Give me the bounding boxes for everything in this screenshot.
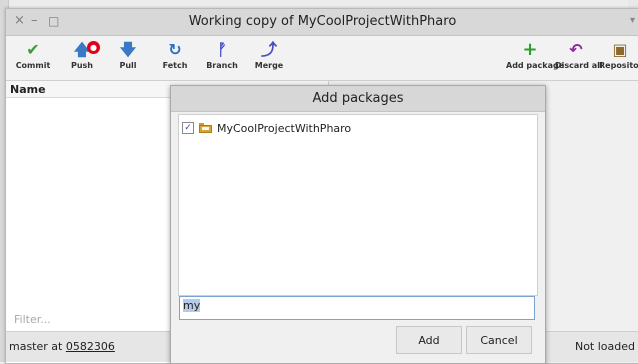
window-title: Working copy of MyCoolProjectWithPharo <box>188 14 457 29</box>
repository-button[interactable]: ▣ Repository <box>599 39 638 71</box>
package-checkbox[interactable]: ✓ <box>182 122 194 134</box>
fetch-label: Fetch <box>162 61 188 70</box>
package-folder-icon <box>199 123 212 133</box>
branch-label: Branch <box>206 61 238 70</box>
package-name: MyCoolProjectWithPharo <box>217 121 352 135</box>
dialog-title[interactable]: Add packages <box>171 86 545 112</box>
push-button[interactable]: 🡅 ● Push <box>61 39 103 71</box>
load-status: Not loaded <box>574 340 635 353</box>
add-package-button[interactable]: + Add package <box>506 39 565 71</box>
check-icon: ✔ <box>26 40 40 59</box>
add-packages-dialog: Add packages ✓ MyCoolProjectWithPharo my… <box>170 85 546 364</box>
merge-label: Merge <box>254 61 284 70</box>
cancel-button[interactable]: Cancel <box>466 326 532 354</box>
pull-button[interactable]: 🡇 Pull <box>107 39 149 71</box>
undo-icon: ↶ <box>569 40 583 59</box>
discard-all-label: Discard all <box>555 61 603 70</box>
pull-label: Pull <box>119 61 137 70</box>
plus-icon: + <box>522 39 538 60</box>
branch-status: master at 0582306 <box>9 340 115 353</box>
commit-button[interactable]: ✔ Commit <box>12 39 54 71</box>
branch-icon: ᚡ <box>217 40 227 59</box>
merge-button[interactable]: ⤴ Merge <box>248 39 290 71</box>
list-item[interactable]: ✓ MyCoolProjectWithPharo <box>182 120 351 136</box>
pull-arrow-icon: 🡇 <box>119 40 137 59</box>
filter-input[interactable]: Filter... <box>14 313 51 326</box>
repository-box-icon: ▣ <box>612 40 628 59</box>
commit-label: Commit <box>15 61 51 70</box>
branch-button[interactable]: ᚡ Branch <box>201 39 243 71</box>
package-search-input[interactable]: my <box>179 296 535 320</box>
toolbar: ✔ Commit 🡅 ● Push 🡇 Pull ↻ Fetch ᚡ Branc… <box>6 36 638 81</box>
push-badge-icon: ● <box>87 41 100 54</box>
title-bar[interactable]: × – □ Working copy of MyCoolProjectWithP… <box>6 9 638 36</box>
add-package-label: Add package <box>506 61 565 70</box>
search-text-selection: my <box>183 299 201 312</box>
repository-label: Repository <box>599 61 638 70</box>
push-label: Push <box>70 61 93 70</box>
fetch-button[interactable]: ↻ Fetch <box>154 39 196 71</box>
add-button[interactable]: Add <box>396 326 462 354</box>
merge-icon: ⤴ <box>260 40 277 59</box>
package-list[interactable]: ✓ MyCoolProjectWithPharo <box>178 114 538 296</box>
window-menu-icon[interactable]: ▾ <box>630 15 635 26</box>
commit-link[interactable]: 0582306 <box>66 340 115 353</box>
branch-status-text: master at <box>9 340 66 353</box>
fetch-refresh-icon: ↻ <box>168 40 182 59</box>
discard-all-button[interactable]: ↶ Discard all <box>555 39 603 71</box>
